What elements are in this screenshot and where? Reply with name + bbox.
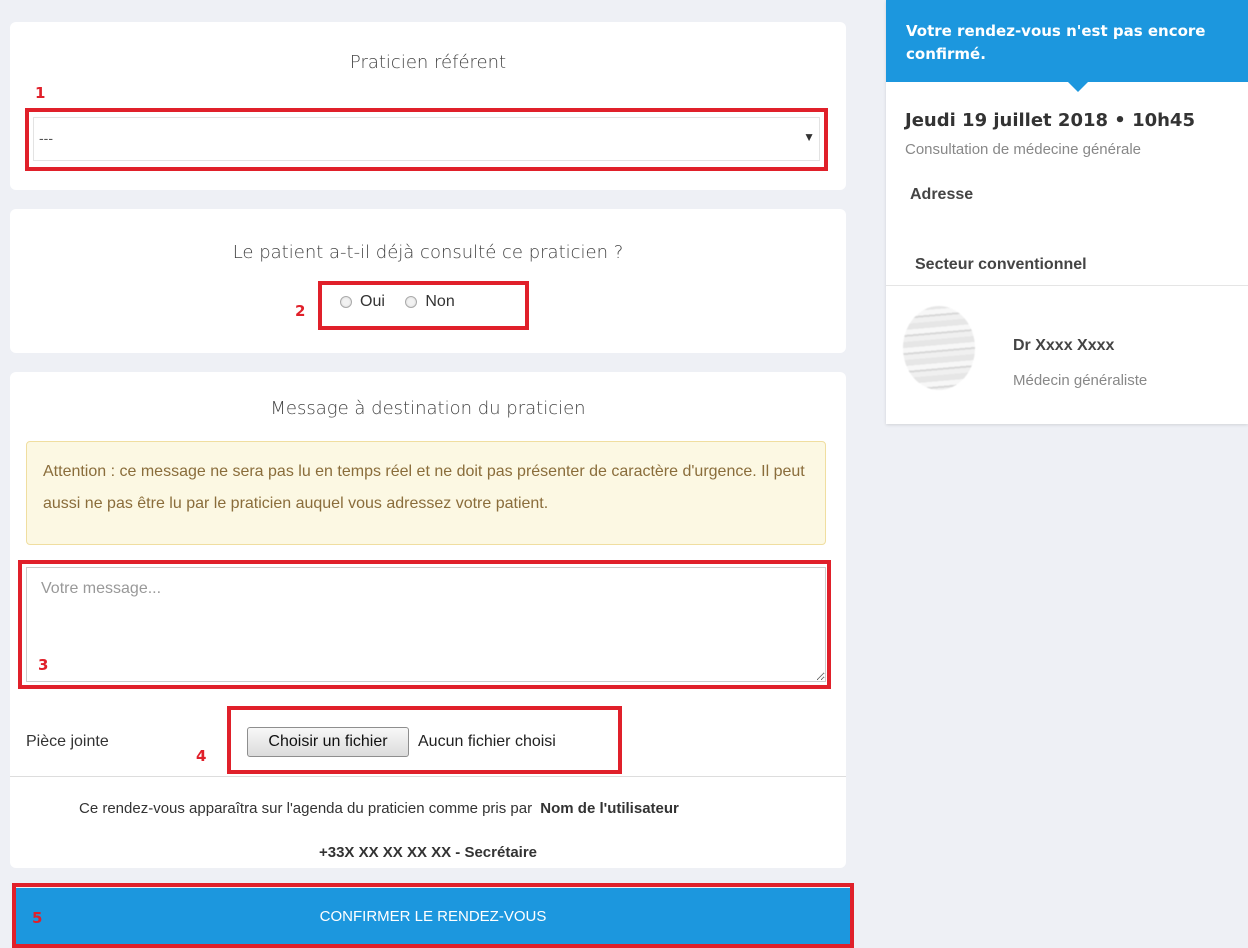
agenda-text: Ce rendez-vous apparaîtra sur l'agenda d… bbox=[79, 800, 533, 817]
address-label: Adresse bbox=[910, 186, 974, 203]
annotation-box-1 bbox=[25, 108, 828, 171]
doctor-avatar bbox=[903, 306, 975, 390]
annotation-number-2: 2 bbox=[295, 302, 306, 320]
annotation-number-4: 4 bbox=[196, 747, 207, 765]
annotation-box-4 bbox=[227, 706, 622, 774]
divider bbox=[10, 776, 846, 777]
annotation-number-5: 5 bbox=[32, 909, 43, 927]
not-confirmed-banner: Votre rendez-vous n'est pas encore confi… bbox=[886, 0, 1248, 82]
annotation-number-3: 3 bbox=[38, 656, 49, 674]
appointment-date: Jeudi 19 juillet 2018 • 10h45 bbox=[905, 110, 1195, 131]
annotation-box-5 bbox=[12, 883, 854, 948]
doctor-specialty: Médecin généraliste bbox=[1013, 372, 1148, 389]
doctor-name: Dr Xxxx Xxxx bbox=[1013, 337, 1115, 354]
annotation-box-3 bbox=[18, 560, 831, 689]
agenda-user-name: Nom de l'utilisateur bbox=[540, 800, 679, 817]
attachment-label: Pièce jointe bbox=[26, 733, 109, 750]
sector-label: Secteur conventionnel bbox=[915, 256, 1087, 273]
banner-pointer bbox=[1068, 82, 1088, 92]
panel-divider bbox=[886, 285, 1248, 286]
message-title: Message à destination du praticien bbox=[270, 398, 586, 419]
annotation-number-1: 1 bbox=[35, 84, 46, 102]
agenda-note: Ce rendez-vous apparaîtra sur l'agenda d… bbox=[79, 800, 679, 817]
agenda-contact: +33X XX XX XX XX - Secrétaire bbox=[318, 844, 538, 861]
consulted-question: Le patient a-t-il déjà consulté ce prati… bbox=[232, 242, 624, 263]
annotation-box-2 bbox=[318, 281, 529, 330]
warning-alert: Attention : ce message ne sera pas lu en… bbox=[26, 441, 826, 545]
referent-title: Praticien référent bbox=[349, 52, 507, 73]
consultation-type: Consultation de médecine générale bbox=[905, 141, 1141, 158]
